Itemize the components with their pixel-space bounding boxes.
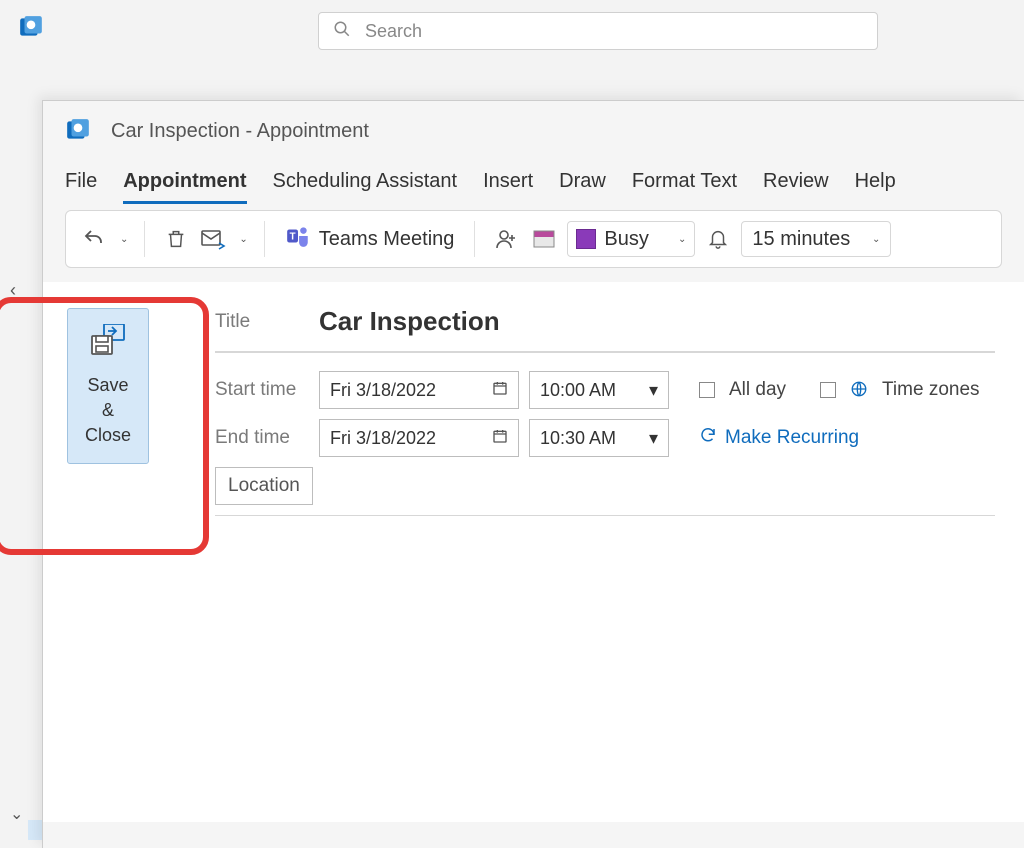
teams-icon: T bbox=[285, 223, 311, 255]
make-recurring-label: Make Recurring bbox=[725, 427, 859, 449]
delete-button[interactable] bbox=[161, 224, 191, 254]
start-time-value: 10:00 AM bbox=[540, 380, 616, 401]
appointment-window: Car Inspection - Appointment File Appoin… bbox=[42, 100, 1024, 848]
undo-button[interactable] bbox=[78, 223, 110, 255]
make-recurring-link[interactable]: Make Recurring bbox=[699, 426, 859, 450]
ribbon-separator-3 bbox=[474, 221, 475, 257]
start-time-input[interactable]: 10:00 AM ▾ bbox=[529, 371, 669, 409]
tab-scheduling-assistant[interactable]: Scheduling Assistant bbox=[273, 170, 458, 204]
save-close-icon bbox=[90, 324, 126, 363]
forward-button[interactable] bbox=[199, 224, 229, 254]
collapse-chevron-left[interactable]: ‹ bbox=[10, 280, 16, 301]
location-underline bbox=[215, 515, 995, 516]
reminder-value: 15 minutes bbox=[752, 228, 850, 251]
tab-appointment[interactable]: Appointment bbox=[123, 170, 246, 204]
teams-meeting-button[interactable]: T Teams Meeting bbox=[281, 219, 459, 259]
calendar-icon bbox=[492, 428, 508, 449]
window-tabs: File Appointment Scheduling Assistant In… bbox=[43, 150, 1024, 204]
search-placeholder: Search bbox=[365, 21, 422, 42]
ribbon-separator bbox=[144, 221, 145, 257]
start-time-label: Start time bbox=[215, 379, 309, 401]
busy-dropdown-arrow: ⌄ bbox=[678, 234, 686, 245]
chevron-down-icon: ▾ bbox=[649, 428, 658, 449]
end-time-input[interactable]: 10:30 AM ▾ bbox=[529, 419, 669, 457]
time-zones-label: Time zones bbox=[882, 379, 980, 401]
window-titlebar: Car Inspection - Appointment bbox=[43, 101, 1024, 150]
nav-chevron-down[interactable]: ⌄ bbox=[10, 804, 23, 824]
tab-insert[interactable]: Insert bbox=[483, 170, 533, 204]
save-and-close-button[interactable]: Save & Close bbox=[67, 308, 149, 464]
tab-file[interactable]: File bbox=[65, 170, 97, 204]
location-label: Location bbox=[228, 475, 300, 497]
forward-dropdown[interactable]: ⌄ bbox=[239, 234, 247, 245]
tab-help[interactable]: Help bbox=[855, 170, 896, 204]
window-title: Car Inspection - Appointment bbox=[111, 120, 369, 143]
reminder-select[interactable]: 15 minutes ⌄ bbox=[741, 221, 891, 257]
end-time-label: End time bbox=[215, 427, 309, 449]
outlook-app-icon bbox=[18, 14, 44, 43]
svg-text:T: T bbox=[289, 231, 295, 242]
outlook-window-icon bbox=[65, 117, 91, 146]
appointment-body: Save & Close Title Start time Fri 3/18/2… bbox=[43, 282, 1024, 822]
busy-label: Busy bbox=[604, 228, 648, 251]
tab-draw[interactable]: Draw bbox=[559, 170, 606, 204]
teams-meeting-label: Teams Meeting bbox=[319, 228, 455, 251]
ribbon-toolbar: ⌄ ⌄ T Teams Meeting Busy ⌄ bbox=[65, 210, 1002, 268]
globe-icon bbox=[850, 380, 868, 401]
title-underline bbox=[215, 351, 995, 353]
all-day-label: All day bbox=[729, 379, 786, 401]
title-input[interactable] bbox=[319, 302, 1019, 341]
show-as-picker[interactable] bbox=[529, 224, 559, 254]
ribbon-separator-2 bbox=[264, 221, 265, 257]
busy-color-swatch bbox=[576, 229, 596, 249]
undo-dropdown[interactable]: ⌄ bbox=[120, 234, 128, 245]
invite-attendees-button[interactable] bbox=[491, 224, 521, 254]
time-zones-checkbox[interactable] bbox=[820, 382, 836, 398]
reminder-bell-icon[interactable] bbox=[703, 224, 733, 254]
save-close-label: Save & Close bbox=[85, 373, 131, 449]
tab-review[interactable]: Review bbox=[763, 170, 829, 204]
end-date-value: Fri 3/18/2022 bbox=[330, 428, 436, 449]
start-date-input[interactable]: Fri 3/18/2022 bbox=[319, 371, 519, 409]
recurring-icon bbox=[699, 426, 717, 450]
all-day-checkbox[interactable] bbox=[699, 382, 715, 398]
title-label: Title bbox=[215, 311, 309, 333]
background-search-input[interactable]: Search bbox=[318, 12, 878, 50]
search-icon bbox=[333, 20, 351, 43]
chevron-down-icon: ▾ bbox=[649, 380, 658, 401]
reminder-dropdown-arrow: ⌄ bbox=[872, 234, 880, 245]
start-date-value: Fri 3/18/2022 bbox=[330, 380, 436, 401]
tab-format-text[interactable]: Format Text bbox=[632, 170, 737, 204]
show-as-select[interactable]: Busy ⌄ bbox=[567, 221, 695, 257]
end-time-value: 10:30 AM bbox=[540, 428, 616, 449]
location-button[interactable]: Location bbox=[215, 467, 313, 505]
end-date-input[interactable]: Fri 3/18/2022 bbox=[319, 419, 519, 457]
calendar-icon bbox=[492, 380, 508, 401]
